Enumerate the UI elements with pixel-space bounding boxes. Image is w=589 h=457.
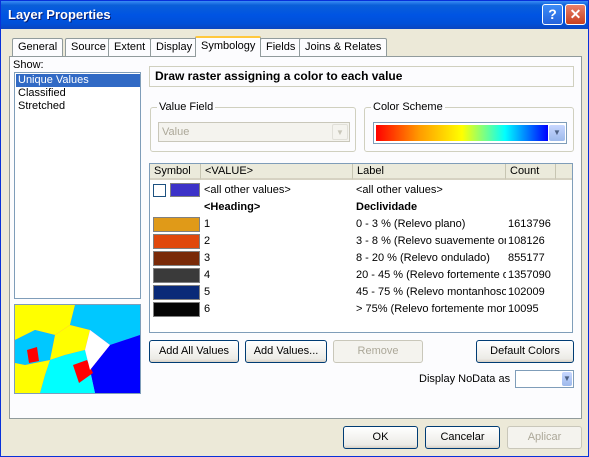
renderer-list[interactable]: Unique Values Classified Stretched: [14, 72, 141, 299]
column-header-spacer: [556, 164, 572, 180]
color-scheme-select[interactable]: ▼: [373, 122, 567, 144]
table-row[interactable]: 2 3 - 8 % (Relevo suavemente on 108126: [150, 233, 572, 250]
table-row[interactable]: <Heading> Declividade: [150, 199, 572, 216]
label-cell[interactable]: Declividade: [356, 201, 417, 213]
symbology-table[interactable]: Symbol <VALUE> Label Count <all other va…: [149, 163, 573, 333]
renderer-item-unique-values[interactable]: Unique Values: [16, 74, 140, 87]
value-field-select[interactable]: Value ▼: [158, 122, 350, 142]
symbol-swatch[interactable]: [170, 183, 200, 197]
color-ramp-swatch: [376, 125, 548, 141]
tab-fields[interactable]: Fields: [260, 38, 302, 56]
count-cell: 10095: [508, 303, 539, 315]
chevron-down-icon: ▼: [549, 125, 565, 141]
show-label: Show:: [13, 59, 44, 71]
color-scheme-legend: Color Scheme: [371, 101, 445, 113]
value-cell: 6: [204, 303, 211, 315]
label-cell[interactable]: 8 - 20 % (Relevo ondulado): [356, 252, 506, 264]
nodata-color-picker[interactable]: ▼: [515, 370, 574, 388]
nodata-label: Display NoData as: [419, 373, 511, 385]
remove-button[interactable]: Remove: [333, 340, 423, 363]
column-header-label[interactable]: Label: [353, 164, 506, 180]
show-other-values-checkbox[interactable]: [153, 184, 166, 197]
value-cell: 1: [204, 218, 211, 230]
table-row[interactable]: 3 8 - 20 % (Relevo ondulado) 855177: [150, 250, 572, 267]
renderer-preview-image: [14, 304, 141, 394]
cancel-button[interactable]: Cancelar: [425, 426, 500, 449]
label-cell[interactable]: 45 - 75 % (Relevo montanhoso: [356, 286, 506, 298]
symbol-swatch[interactable]: [153, 217, 200, 232]
value-cell: 5: [204, 286, 211, 298]
window-title: Layer Properties: [8, 7, 111, 22]
apply-button[interactable]: Aplicar: [507, 426, 582, 449]
column-header-value[interactable]: <VALUE>: [201, 164, 353, 180]
table-row[interactable]: 1 0 - 3 % (Relevo plano) 1613796: [150, 216, 572, 233]
symbol-swatch[interactable]: [153, 234, 200, 249]
value-cell: <all other values>: [204, 184, 291, 196]
symbol-swatch[interactable]: [153, 302, 200, 317]
ok-button[interactable]: OK: [343, 426, 418, 449]
title-bar[interactable]: Layer Properties ? ✕: [1, 1, 588, 29]
table-row[interactable]: 5 45 - 75 % (Relevo montanhoso 102009: [150, 284, 572, 301]
value-cell: 3: [204, 252, 211, 264]
tab-source[interactable]: Source: [65, 38, 112, 56]
label-cell[interactable]: 3 - 8 % (Relevo suavemente on: [356, 235, 506, 247]
tab-general[interactable]: General: [12, 38, 64, 56]
add-all-values-button[interactable]: Add All Values: [149, 340, 239, 363]
count-cell: 102009: [508, 286, 545, 298]
symbol-swatch[interactable]: [153, 285, 200, 300]
symbol-swatch[interactable]: [153, 268, 200, 283]
count-cell: 855177: [508, 252, 545, 264]
count-cell: 1613796: [508, 218, 551, 230]
value-cell: 2: [204, 235, 211, 247]
color-scheme-group: Color Scheme ▼: [364, 101, 574, 152]
tab-symbology[interactable]: Symbology: [195, 36, 262, 57]
tab-display[interactable]: Display: [150, 38, 199, 56]
table-row[interactable]: 6 > 75% (Relevo fortemente mont 10095: [150, 301, 572, 318]
symbol-swatch[interactable]: [153, 251, 200, 266]
column-header-count[interactable]: Count: [506, 164, 556, 180]
value-cell: 4: [204, 269, 211, 281]
label-cell[interactable]: <all other values>: [356, 184, 443, 196]
value-field-group: Value Field Value ▼: [150, 101, 356, 152]
tab-joins-relates[interactable]: Joins & Relates: [299, 38, 388, 56]
renderer-item-classified[interactable]: Classified: [16, 87, 140, 100]
close-button[interactable]: ✕: [565, 4, 586, 25]
label-cell[interactable]: > 75% (Relevo fortemente mont: [356, 303, 506, 315]
tab-extent[interactable]: Extent: [108, 38, 152, 56]
renderer-item-stretched[interactable]: Stretched: [16, 100, 140, 113]
value-field-legend: Value Field: [157, 101, 216, 113]
count-cell: 1357090: [508, 269, 551, 281]
chevron-down-icon: ▼: [332, 124, 348, 140]
preview-map-graphic: [15, 305, 140, 393]
chevron-down-icon: ▼: [562, 372, 572, 386]
help-button[interactable]: ?: [542, 4, 563, 25]
table-row[interactable]: 4 20 - 45 % (Relevo fortemente or 135709…: [150, 267, 572, 284]
value-field-value: Value: [162, 126, 190, 138]
column-header-symbol[interactable]: Symbol: [150, 164, 201, 180]
default-colors-button[interactable]: Default Colors: [476, 340, 574, 363]
layer-properties-dialog: Layer Properties ? ✕ General Source Exte…: [0, 0, 589, 457]
value-cell: <Heading>: [204, 201, 261, 213]
label-cell[interactable]: 20 - 45 % (Relevo fortemente or: [356, 269, 506, 281]
count-cell: 108126: [508, 235, 545, 247]
add-values-button[interactable]: Add Values...: [245, 340, 327, 363]
renderer-description: Draw raster assigning a color to each va…: [149, 66, 574, 87]
label-cell[interactable]: 0 - 3 % (Relevo plano): [356, 218, 506, 230]
table-row[interactable]: <all other values> <all other values>: [150, 182, 572, 199]
